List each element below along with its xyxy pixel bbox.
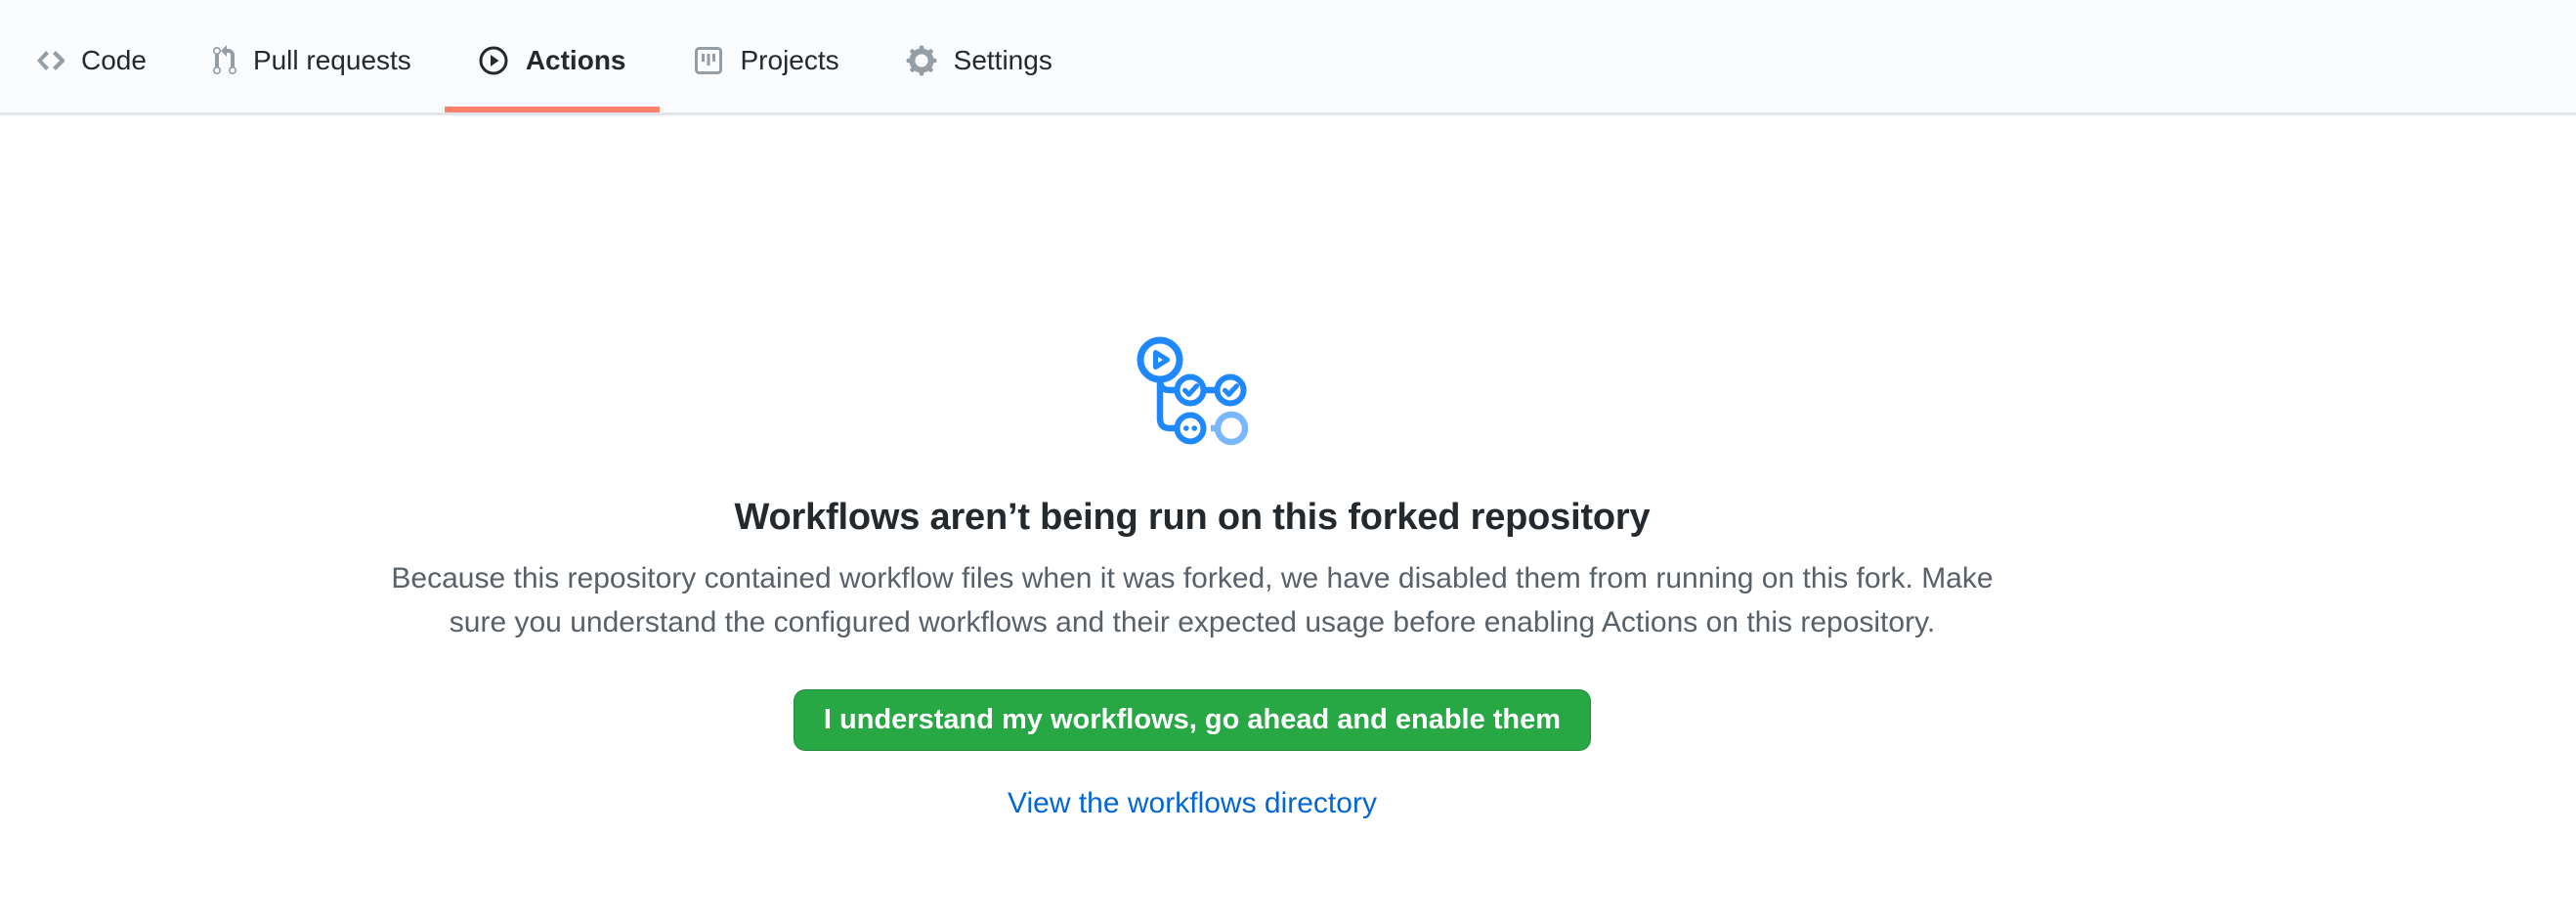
view-workflows-directory-link[interactable]: View the workflows directory — [1008, 787, 1377, 819]
tab-label: Settings — [954, 45, 1052, 76]
gear-icon — [906, 45, 937, 76]
tab-pull-requests[interactable]: Pull requests — [180, 0, 445, 112]
tab-label: Actions — [526, 45, 626, 76]
enable-workflows-button[interactable]: I understand my workflows, go ahead and … — [794, 689, 1591, 751]
tab-actions[interactable]: Actions — [445, 0, 660, 112]
workflow-graph-icon — [1137, 336, 1248, 448]
tab-label: Pull requests — [253, 45, 411, 76]
tab-code[interactable]: Code — [4, 0, 180, 112]
blankslate-heading: Workflows aren’t being run on this forke… — [362, 492, 2023, 543]
actions-disabled-blankslate: Workflows aren’t being run on this forke… — [0, 115, 2576, 821]
button-row: I understand my workflows, go ahead and … — [362, 644, 2023, 751]
play-icon — [478, 45, 509, 76]
link-row: View the workflows directory — [362, 786, 2023, 821]
code-icon — [37, 45, 64, 76]
project-icon — [693, 45, 724, 76]
tab-label: Code — [81, 45, 147, 76]
tab-label: Projects — [741, 45, 839, 76]
blankslate-description: Because this repository contained workfl… — [362, 556, 2023, 644]
tab-projects[interactable]: Projects — [660, 0, 873, 112]
repo-nav: Code Pull requests Actions Projects — [0, 0, 2576, 115]
git-pull-request-icon — [213, 45, 236, 76]
tab-settings[interactable]: Settings — [873, 0, 1086, 112]
